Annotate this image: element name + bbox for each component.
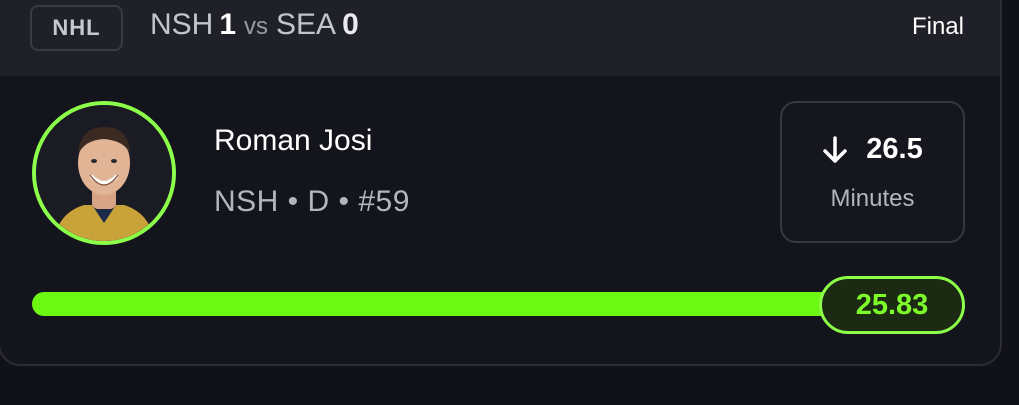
home-score: 0 — [342, 8, 359, 41]
prop-line-value: 26.5 — [866, 133, 923, 165]
result-value-pill: 25.83 — [819, 276, 965, 334]
prop-stat-label: Minutes — [830, 185, 915, 212]
prop-card[interactable]: NHL NSH 1 vs SEA 0 Final Roman Josi NSH … — [0, 0, 1002, 366]
player-meta: NSH • D • #59 — [214, 185, 410, 218]
matchup-score: NSH 1 vs SEA 0 — [150, 8, 359, 46]
player-avatar — [32, 101, 176, 245]
away-team: NSH — [150, 8, 214, 41]
player-headshot — [36, 105, 172, 241]
result-progress-fill — [32, 292, 910, 316]
league-badge: NHL — [30, 5, 123, 51]
game-status: Final — [911, 13, 964, 40]
home-team: SEA — [276, 8, 337, 41]
player-name: Roman Josi — [214, 124, 373, 157]
prop-line-row: 26.5 — [782, 133, 963, 166]
game-header: NHL NSH 1 vs SEA 0 Final — [0, 0, 1000, 76]
prop-line-box[interactable]: 26.5 Minutes — [780, 101, 965, 243]
away-score: 1 — [219, 8, 237, 41]
vs-label: vs — [244, 13, 269, 40]
result-progress-bar — [32, 292, 932, 316]
arrow-down-icon — [823, 135, 848, 163]
